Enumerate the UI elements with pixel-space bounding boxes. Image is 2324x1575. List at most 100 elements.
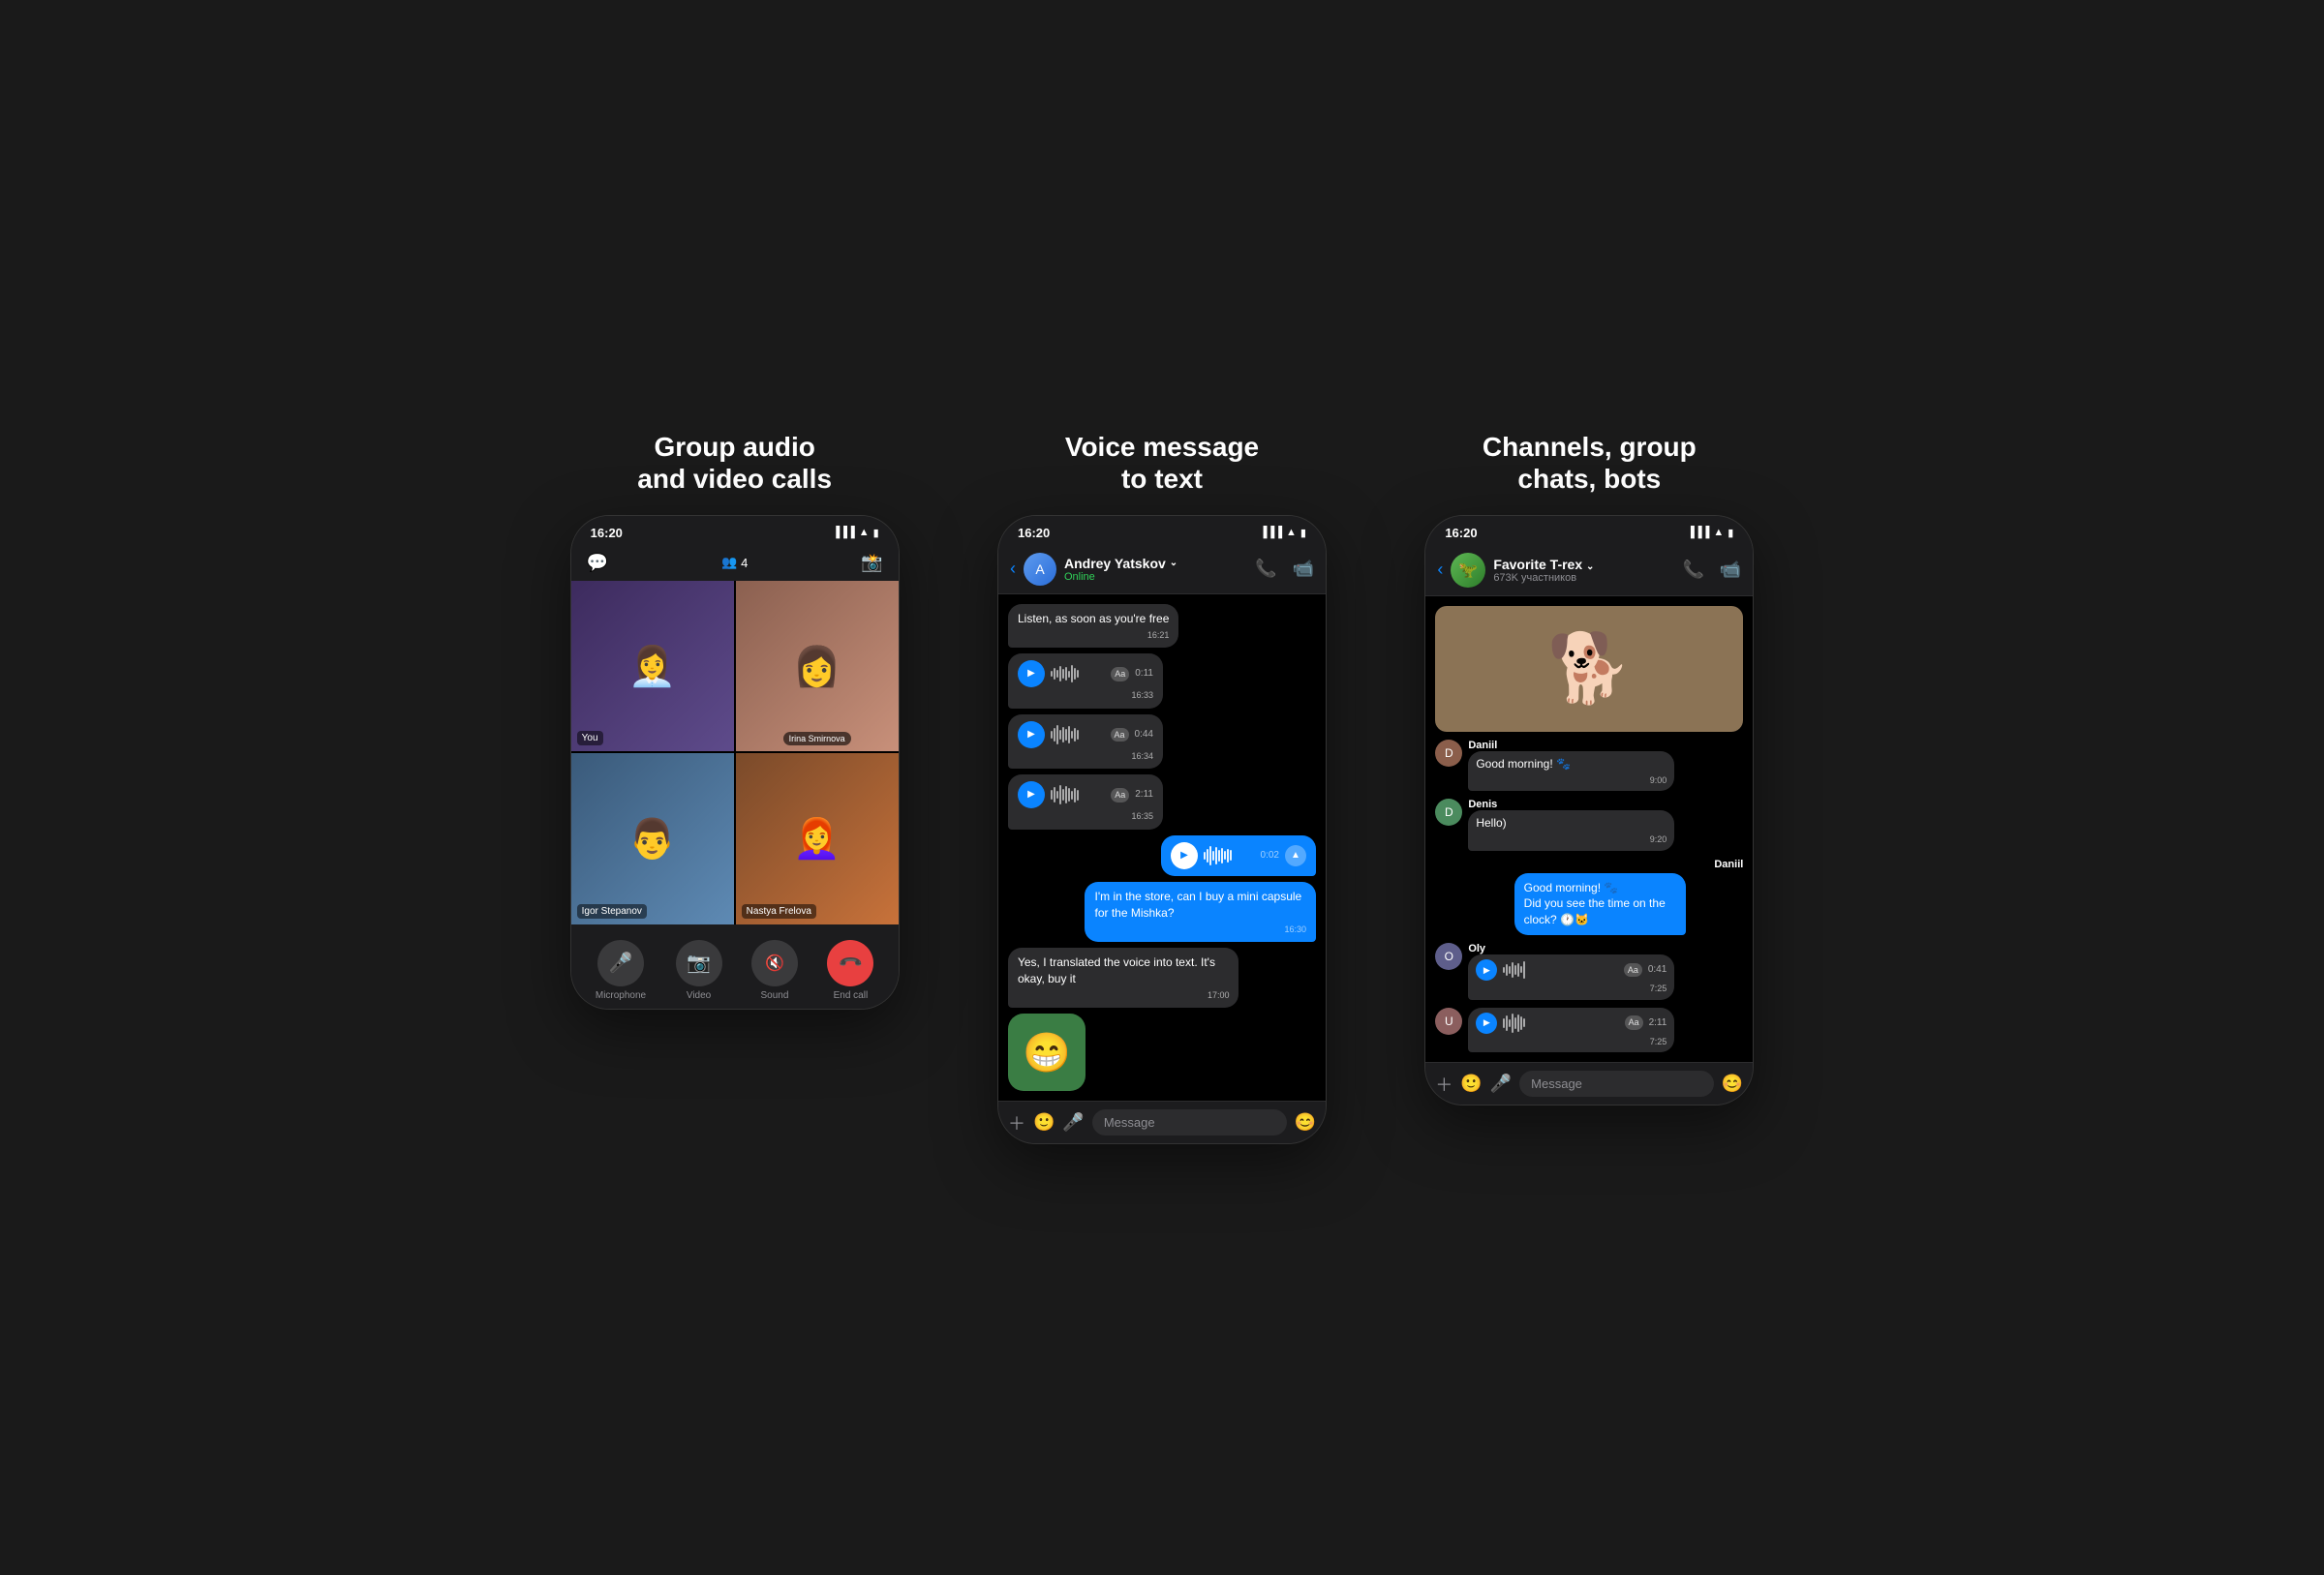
wave-bar: [1209, 846, 1211, 865]
video-cell-you: 👩‍💼 You: [571, 581, 734, 751]
wave-bar: [1514, 1017, 1516, 1029]
battery-icon-3: ▮: [1728, 527, 1733, 539]
video-icon-3[interactable]: 📹: [1720, 560, 1741, 580]
bubble-oly: ▶: [1468, 954, 1674, 1000]
signal-icon-2: ▐▐▐: [1260, 527, 1282, 538]
wifi-icon: ▲: [859, 527, 870, 538]
wave-bar: [1230, 850, 1232, 861]
voice2-duration: 2:11: [1649, 1016, 1667, 1030]
wave-bar: [1512, 1014, 1514, 1033]
play-button-2[interactable]: ▶: [1018, 721, 1045, 748]
wave-bar: [1054, 728, 1055, 742]
wave-bar: [1062, 789, 1064, 801]
user-nastya-placeholder: 👩‍🦰: [736, 753, 899, 924]
wave-bar: [1221, 848, 1223, 863]
back-button-3[interactable]: ‹: [1437, 560, 1443, 580]
voice-msg-3-content: ▶ Aa: [1018, 781, 1153, 808]
msg-daniil-1-text: Good morning! 🐾: [1476, 757, 1571, 771]
msg-listen-time: 16:21: [1018, 629, 1169, 642]
username-oly: Oly: [1468, 943, 1743, 954]
wave-bar: [1051, 731, 1053, 739]
contact-avatar-2: A: [1024, 553, 1056, 586]
add-icon-3[interactable]: ＋: [1435, 1072, 1452, 1097]
channel-header-actions-3: 📞 📹: [1682, 560, 1741, 580]
wave-bar: [1062, 727, 1064, 742]
sticker-icon-3[interactable]: 🙂: [1460, 1074, 1482, 1094]
endcall-control[interactable]: 📞 End call: [827, 940, 873, 1001]
mic-icon-3[interactable]: 🎤: [1490, 1074, 1512, 1094]
play-button-active[interactable]: ▶: [1171, 842, 1198, 869]
emoji-icon-2[interactable]: 😊: [1295, 1112, 1316, 1133]
mic-icon-2[interactable]: 🎤: [1062, 1112, 1084, 1133]
video-button[interactable]: 📷: [676, 940, 722, 986]
collapse-icon[interactable]: ▲: [1285, 845, 1306, 866]
wave-bar: [1517, 963, 1519, 977]
status-bar-2: 16:20 ▐▐▐ ▲ ▮: [998, 516, 1326, 545]
wave-bar: [1068, 788, 1070, 802]
msg-denis-text: Hello): [1476, 816, 1506, 830]
wave-bar: [1056, 670, 1058, 678]
panel1-title: Group audio and video calls: [627, 431, 841, 496]
msg-content-oly: Oly ▶: [1468, 943, 1743, 1000]
chat-header-2: ‹ A Andrey Yatskov ⌄ Online 📞 📹: [998, 545, 1326, 594]
message-input-2[interactable]: Message: [1092, 1109, 1287, 1136]
wave-bar: [1077, 790, 1079, 801]
wave-bar: [1218, 850, 1220, 862]
video-cell-igor: 👨 Igor Stepanov: [571, 753, 734, 924]
msg-daniil-1-time: 9:00: [1476, 774, 1667, 787]
wave-bar: [1520, 966, 1522, 973]
microphone-button[interactable]: 🎤: [597, 940, 644, 986]
wave-bar: [1509, 966, 1511, 974]
transcription-badge-1: Aa: [1111, 667, 1129, 681]
channel-info-3: Favorite T-rex ⌄ 673K участников: [1493, 557, 1674, 584]
camera-switch-icon[interactable]: 📸: [861, 553, 882, 573]
back-button-2[interactable]: ‹: [1010, 559, 1016, 579]
message-input-3[interactable]: Message: [1519, 1071, 1714, 1097]
wave-bar: [1059, 666, 1061, 681]
play-button-1[interactable]: ▶: [1018, 660, 1045, 687]
phone-icon-2[interactable]: 📞: [1255, 559, 1276, 579]
voice-time-3: 16:35: [1018, 810, 1153, 823]
panel-voice-to-text: Voice message to text 16:20 ▐▐▐ ▲ ▮ ‹ A …: [960, 431, 1363, 1145]
user-you-placeholder: 👩‍💼: [571, 581, 734, 751]
voice-msg-2: ▶ Aa: [1008, 714, 1163, 770]
wave-bar: [1074, 728, 1076, 742]
status-bar-1: 16:20 ▐▐▐ ▲ ▮: [571, 516, 899, 545]
endcall-button[interactable]: 📞: [817, 930, 883, 996]
wave-bar: [1514, 965, 1516, 975]
contact-status-2: Online: [1064, 571, 1247, 583]
sound-button[interactable]: 🔇: [751, 940, 798, 986]
signal-icon: ▐▐▐: [832, 527, 854, 538]
transcription-badge-3: Aa: [1111, 788, 1129, 803]
video-icon-2[interactable]: 📹: [1293, 559, 1314, 579]
sound-label: Sound: [761, 990, 789, 1001]
play-button-voice2[interactable]: ▶: [1476, 1013, 1497, 1034]
msg-content-voice2: ▶: [1468, 1008, 1743, 1053]
emoji-icon-3[interactable]: 😊: [1722, 1074, 1743, 1094]
phone-icon-3[interactable]: 📞: [1682, 560, 1703, 580]
panel-video-calls: Group audio and video calls 16:20 ▐▐▐ ▲ …: [533, 431, 936, 1010]
waveform-oly: [1503, 960, 1618, 980]
status-bar-3: 16:20 ▐▐▐ ▲ ▮: [1425, 516, 1753, 545]
microphone-control[interactable]: 🎤 Microphone: [596, 940, 646, 1001]
wave-bar: [1065, 667, 1067, 681]
chevron-down-icon: ⌄: [1170, 558, 1177, 568]
wave-bar: [1512, 962, 1514, 978]
voice-msg-active-content: ▶ 0:02: [1171, 842, 1306, 869]
waveform-2: [1051, 725, 1105, 744]
voice2-content: ▶: [1476, 1013, 1667, 1034]
wave-bar: [1059, 730, 1061, 740]
voice-time-1: 16:33: [1018, 689, 1153, 702]
play-button-oly[interactable]: ▶: [1476, 959, 1497, 981]
add-icon-2[interactable]: ＋: [1008, 1110, 1025, 1136]
wave-bar: [1227, 849, 1229, 863]
video-control[interactable]: 📷 Video: [676, 940, 722, 1001]
play-button-3[interactable]: ▶: [1018, 781, 1045, 808]
msg-listen-text: Listen, as soon as you're free: [1018, 611, 1169, 627]
channel-image-dog: 🐕: [1435, 606, 1743, 732]
video-label: Video: [687, 990, 711, 1001]
sticker-icon-2[interactable]: 🙂: [1033, 1112, 1055, 1133]
label-irina: Irina Smirnova: [783, 732, 851, 745]
sound-control[interactable]: 🔇 Sound: [751, 940, 798, 1001]
phone-frame-1: 16:20 ▐▐▐ ▲ ▮ 💬 👥 4 📸 👩‍💼 You: [570, 515, 900, 1010]
